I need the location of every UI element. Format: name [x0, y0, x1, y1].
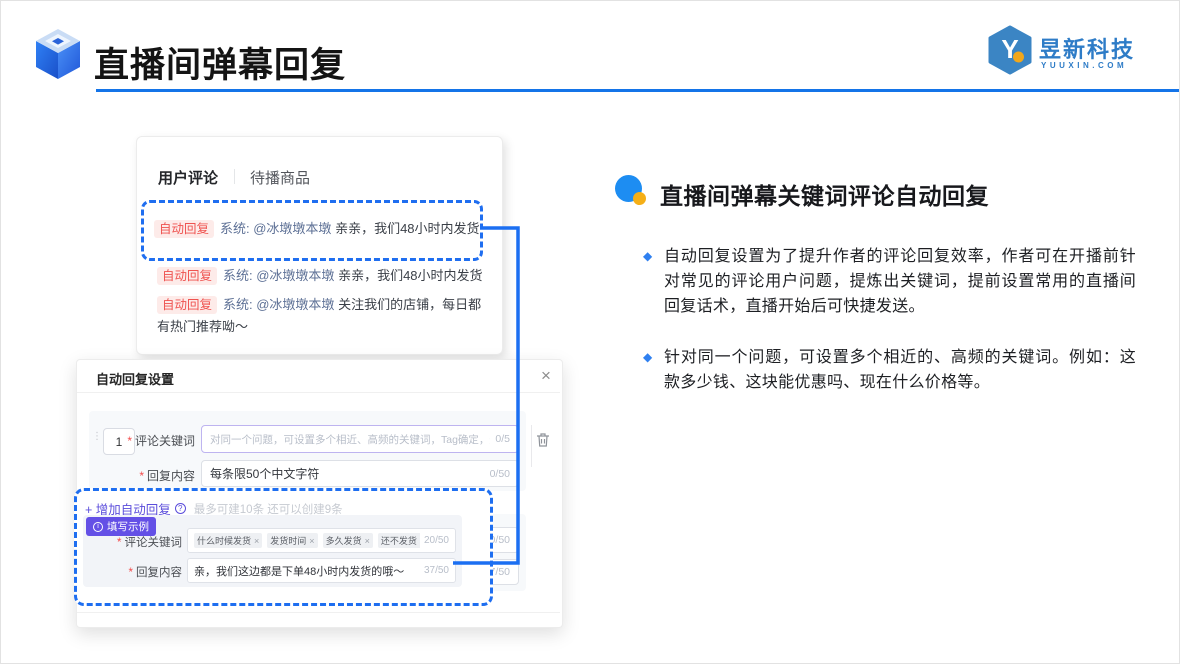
example-reply-input[interactable]: 亲，我们这边都是下单48小时内发货的哦～ 37/50 — [187, 558, 456, 583]
auto-reply-badge: 自动回复 — [157, 267, 218, 286]
required-mark: * — [127, 434, 132, 448]
close-icon[interactable]: × — [541, 367, 551, 384]
keyword-tag[interactable]: 多久发货 × — [322, 533, 373, 548]
dialog-footer-divider — [77, 612, 560, 613]
message-text: 亲亲，我们48小时内发货 — [338, 268, 483, 283]
reply-counter: 0/50 — [489, 467, 510, 480]
required-mark: * — [117, 537, 122, 549]
help-icon: ? — [174, 503, 186, 514]
keyword-placeholder: 对同一个问题，可设置多个相近、高频的关键词，Tag确定，最多5个 — [210, 433, 490, 446]
keyword-tags: 什么时候发货× 发货时间× 多久发货× 还不发货× — [194, 533, 420, 548]
tab-pending-products[interactable]: 待播商品 — [250, 167, 310, 188]
dialog-title: 自动回复设置 — [96, 372, 175, 387]
tab-divider — [234, 169, 235, 184]
company-logo-domain: YUUXIN.COM — [1041, 61, 1128, 70]
auto-reply-badge: 自动回复 — [157, 296, 218, 315]
company-logo-name: 昱新科技 — [1039, 37, 1136, 62]
reply-input[interactable]: 每条限50个中文字符 0/50 — [201, 460, 519, 487]
keyword-tag[interactable]: 还不发货× — [377, 533, 420, 548]
info-bullet: 自动回复设置为了提升作者的评论回复效率，作者可在开播前针对常见的评论用户问题，提… — [664, 248, 1136, 315]
auto-reply-message: 自动回复 系统: @冰墩墩本墩 亲亲，我们48小时内发货 — [157, 265, 483, 287]
auto-reply-badge: 自动回复 — [154, 220, 215, 239]
example-reply-label: * 回复内容 — [128, 567, 182, 579]
page-title: 直播间弹幕回复 — [94, 46, 347, 85]
tab-user-comments[interactable]: 用户评论 — [158, 167, 218, 188]
trash-icon[interactable] — [536, 432, 550, 448]
example-keyword-counter: 20/50 — [423, 535, 449, 546]
title-underline — [96, 89, 1179, 92]
diamond-bullet-icon: ◆ — [643, 350, 653, 364]
dialog-header-divider — [77, 392, 560, 393]
tag-close-icon[interactable]: × — [309, 536, 314, 546]
entry-actions-divider — [531, 425, 532, 467]
example-reply-counter: 37/50 — [423, 565, 449, 576]
keyword-input[interactable]: 对同一个问题，可设置多个相近、高频的关键词，Tag确定，最多5个 0/5 — [201, 425, 519, 453]
info-bullet: 针对同一个问题，可设置多个相近的、高频的关键词。例如：这款多少钱、这块能优惠吗、… — [664, 349, 1136, 391]
info-icon: i — [93, 521, 103, 532]
company-logo-icon: Y — [988, 25, 1032, 75]
keyword-tag[interactable]: 发货时间 × — [267, 533, 318, 548]
auto-reply-message: 自动回复 系统: @冰墩墩本墩 亲亲，我们48小时内发货 — [154, 218, 480, 240]
diamond-bullet-icon: ◆ — [643, 249, 653, 263]
auto-reply-message: 自动回复 系统: @冰墩墩本墩 关注我们的店铺，每日都有热门推荐呦～ — [157, 294, 489, 338]
reply-label: * 回复内容 — [139, 469, 195, 483]
keyword-counter: 0/5 — [495, 433, 510, 445]
info-heading: 直播间弹幕关键词评论自动回复 — [660, 183, 989, 209]
heading-yellow-dot-icon — [633, 192, 646, 205]
message-sender: 系统: @冰墩墩本墩 — [223, 268, 335, 283]
required-mark: * — [128, 567, 133, 579]
message-sender: 系统: @冰墩墩本墩 — [220, 221, 332, 236]
cube-logo-icon — [36, 29, 80, 79]
message-sender: 系统: @冰墩墩本墩 — [223, 297, 335, 312]
keyword-tag[interactable]: 什么时候发货 × — [194, 533, 263, 548]
reply-placeholder: 每条限50个中文字符 — [210, 467, 320, 481]
message-text: 亲亲，我们48小时内发货 — [335, 221, 480, 236]
page: 直播间弹幕回复 Y 昱新科技 YUUXIN.COM 用户评论 待播商品 自动回复… — [0, 0, 1180, 664]
example-reply-value: 亲，我们这边都是下单48小时内发货的哦～ — [194, 565, 405, 578]
tag-close-icon[interactable]: × — [365, 536, 370, 546]
example-keyword-label: * 评论关键词 — [117, 537, 182, 549]
example-keyword-input[interactable]: 什么时候发货× 发货时间× 多久发货× 还不发货× 20/50 — [187, 528, 456, 553]
tag-close-icon[interactable]: × — [254, 536, 259, 546]
keyword-label: * 评论关键词 — [127, 434, 195, 448]
required-mark: * — [139, 469, 144, 483]
